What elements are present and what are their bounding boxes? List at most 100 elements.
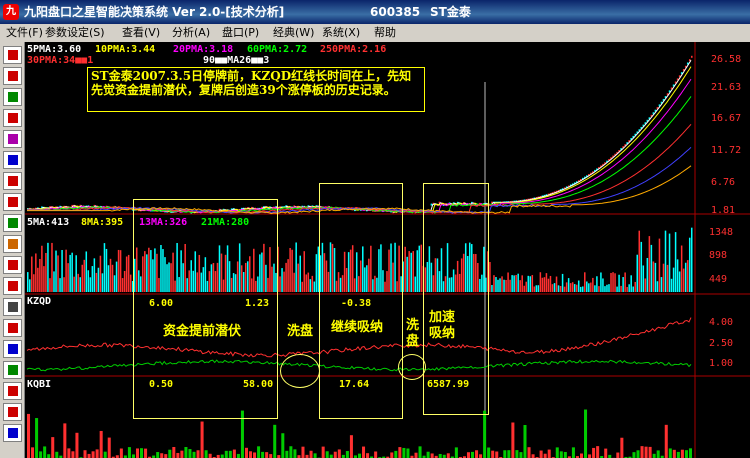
tool-button-people[interactable] bbox=[3, 298, 22, 316]
volume-bar bbox=[529, 276, 532, 292]
menu-view[interactable]: 查看(V) bbox=[122, 24, 160, 42]
tool-button-chart[interactable] bbox=[3, 151, 22, 169]
menu-classic[interactable]: 经典(W) bbox=[273, 24, 314, 42]
tool-button-bars[interactable] bbox=[3, 109, 22, 127]
kqbi-bar bbox=[555, 447, 559, 458]
sheet-icon bbox=[8, 365, 18, 375]
volume-bar bbox=[303, 251, 306, 292]
volume-bar bbox=[606, 284, 608, 292]
price-axis-1: 21.63 bbox=[711, 82, 742, 93]
kqbi-bar bbox=[119, 448, 123, 458]
kqbi-bar bbox=[140, 448, 144, 458]
kqbi-bar bbox=[39, 451, 43, 458]
tool-button-kline[interactable] bbox=[3, 67, 22, 85]
kqbi-bar bbox=[103, 451, 107, 458]
k-icon bbox=[8, 176, 18, 186]
menu-help[interactable]: 帮助 bbox=[374, 24, 396, 42]
tool-button-line[interactable] bbox=[3, 88, 22, 106]
kqbi-bar bbox=[180, 450, 184, 458]
people-icon bbox=[8, 302, 18, 312]
menu-system[interactable]: 系统(X) bbox=[322, 24, 360, 42]
menu-analysis[interactable]: 分析(A) bbox=[172, 24, 210, 42]
f10-icon bbox=[8, 386, 18, 396]
price-candle bbox=[690, 55, 693, 58]
tool-button-doc[interactable] bbox=[3, 235, 22, 253]
volume-bar bbox=[660, 277, 663, 292]
kqbi-bar bbox=[471, 451, 475, 458]
kqbi-bar bbox=[91, 451, 95, 458]
volume-bar bbox=[49, 278, 51, 292]
volume-bar bbox=[553, 283, 556, 292]
kqbi-bar bbox=[321, 446, 325, 458]
volume-bar bbox=[561, 273, 564, 292]
kqbi-bar bbox=[632, 452, 636, 458]
kqbi-bar bbox=[584, 409, 588, 458]
volume-bar bbox=[53, 271, 55, 292]
tool-button-f10[interactable] bbox=[3, 382, 22, 400]
volume-bar bbox=[93, 258, 96, 292]
menu-params[interactable]: 参数设定(S) bbox=[45, 24, 105, 42]
tool-button-stack[interactable] bbox=[3, 340, 22, 358]
tool-button-list[interactable] bbox=[3, 319, 22, 337]
tool-button-tree[interactable] bbox=[3, 214, 22, 232]
left-toolbar bbox=[0, 42, 25, 458]
kqbi-bar bbox=[236, 453, 240, 458]
tool-button-note[interactable] bbox=[3, 424, 22, 442]
volume-bar bbox=[67, 263, 69, 292]
kqbi-bar bbox=[35, 418, 39, 458]
window-title: 九阳盘口之星智能决策系统 Ver 2.0-[技术分析] bbox=[24, 5, 285, 19]
volume-bar bbox=[644, 278, 647, 292]
kqbi-bar bbox=[640, 446, 644, 458]
tool-button-sheet[interactable] bbox=[3, 361, 22, 379]
ma10-label: 10PMA:3.44 bbox=[95, 44, 156, 55]
price-axis-0: 26.58 bbox=[711, 54, 742, 65]
tool-button-grid[interactable] bbox=[3, 256, 22, 274]
volume-bar bbox=[297, 263, 299, 292]
volume-bar bbox=[285, 262, 287, 292]
volume-bar bbox=[557, 285, 560, 292]
title-bar[interactable]: 九 九阳盘口之星智能决策系统 Ver 2.0-[技术分析] 600385 ST金… bbox=[0, 0, 750, 24]
tool-button-table[interactable] bbox=[3, 277, 22, 295]
kqbi-bar bbox=[414, 452, 418, 458]
volume-bar bbox=[37, 267, 39, 292]
kqbi-bar bbox=[228, 450, 232, 458]
volume-bar bbox=[590, 282, 592, 292]
volume-bar bbox=[630, 275, 632, 292]
kqbi-bar bbox=[43, 446, 47, 458]
tool-button-cursor[interactable] bbox=[3, 46, 22, 64]
menu-pankou[interactable]: 盘口(P) bbox=[222, 24, 259, 42]
kqbi-bar bbox=[466, 452, 470, 458]
kqbi-bar bbox=[491, 450, 495, 458]
tool-button-k[interactable] bbox=[3, 172, 22, 190]
kqbi-bar bbox=[454, 447, 458, 458]
kqbi-bar bbox=[281, 433, 285, 458]
volume-bar bbox=[113, 275, 116, 292]
volume-bar bbox=[299, 255, 301, 292]
volume-bar bbox=[519, 280, 521, 292]
kzqd-axis-2: 1.00 bbox=[709, 358, 734, 369]
tool-button-w[interactable] bbox=[3, 193, 22, 211]
kqbi-bar bbox=[507, 450, 511, 458]
kqbi-bar bbox=[144, 448, 148, 458]
volume-bar bbox=[83, 259, 86, 292]
volume-bar bbox=[664, 230, 667, 292]
wash-circle-2 bbox=[398, 354, 426, 380]
phase-box-accelerate bbox=[423, 183, 489, 415]
kqbi-bar bbox=[475, 450, 479, 458]
vol-ma5-label: 5MA:413 bbox=[27, 217, 70, 228]
volume-bar bbox=[123, 270, 126, 292]
volume-bar bbox=[628, 284, 630, 292]
kqbi-bar bbox=[656, 450, 660, 458]
chart-area[interactable]: 5PMA:3.60 10PMA:3.44 20PMA:3.18 60PMA:2.… bbox=[25, 42, 750, 458]
kqbi-bar bbox=[333, 451, 337, 458]
tool-button-trend[interactable] bbox=[3, 130, 22, 148]
menu-file[interactable]: 文件(F) bbox=[6, 24, 43, 42]
kqbi-bar bbox=[95, 449, 99, 458]
tool-button-page[interactable] bbox=[3, 403, 22, 421]
kqbi-bar bbox=[204, 450, 208, 458]
volume-bar bbox=[555, 276, 558, 292]
volume-bar bbox=[301, 281, 303, 292]
volume-bar bbox=[666, 264, 669, 292]
kqbi-bar bbox=[479, 454, 483, 458]
kqbi-bar bbox=[293, 449, 297, 458]
